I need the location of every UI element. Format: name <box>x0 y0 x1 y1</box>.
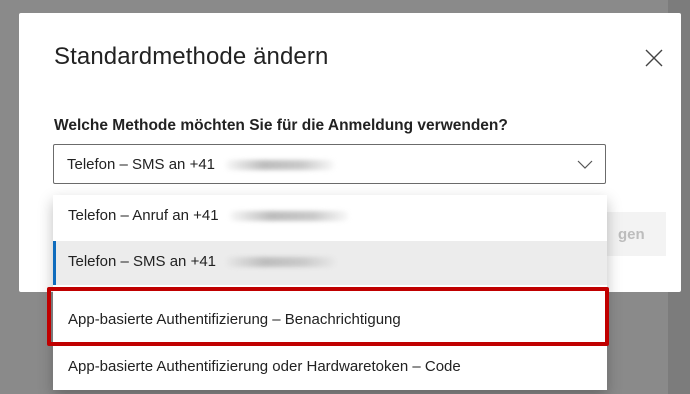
option-app-or-token-code[interactable]: App-basierte Authentifizierung oder Hard… <box>53 346 607 390</box>
method-select[interactable]: Telefon – SMS an +41 <box>53 144 606 184</box>
method-select-value: Telefon – SMS an +41 <box>67 156 336 173</box>
option-label: Telefon – SMS an +41 <box>68 253 217 270</box>
redacted-phone <box>225 160 336 171</box>
option-sms[interactable]: Telefon – SMS an +41 <box>53 241 607 285</box>
method-select-text: Telefon – SMS an +41 <box>67 156 216 173</box>
method-question-label: Welche Methode möchten Sie für die Anmel… <box>54 117 508 134</box>
redacted-phone <box>228 211 349 222</box>
close-icon <box>645 49 663 67</box>
close-button[interactable] <box>642 46 666 70</box>
highlight-box <box>47 287 609 346</box>
confirm-button-label: gen <box>618 226 645 243</box>
chevron-down-icon <box>577 160 593 169</box>
option-phone-call[interactable]: Telefon – Anruf an +41 <box>53 195 607 239</box>
selected-indicator <box>53 241 56 285</box>
dialog-title: Standardmethode ändern <box>54 43 329 70</box>
redacted-phone <box>226 257 337 268</box>
option-label: Telefon – Anruf an +41 <box>68 207 219 224</box>
option-label: App-basierte Authentifizierung oder Hard… <box>68 358 461 375</box>
